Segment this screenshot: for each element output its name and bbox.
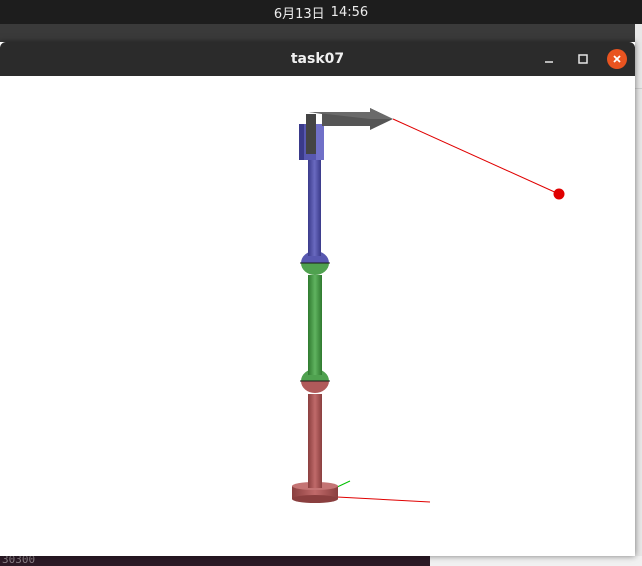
background-divider xyxy=(635,88,642,89)
date-label[interactable]: 6月13日 xyxy=(274,3,325,22)
target-point[interactable] xyxy=(553,188,565,200)
base-link xyxy=(308,394,322,488)
target-line xyxy=(392,118,560,195)
background-window-strip xyxy=(0,24,642,42)
window-titlebar[interactable]: task07 xyxy=(0,42,635,76)
close-button[interactable] xyxy=(607,49,627,69)
middle-link xyxy=(308,275,322,375)
time-label[interactable]: 14:56 xyxy=(331,5,368,20)
maximize-icon xyxy=(578,54,588,64)
minimize-icon xyxy=(545,61,553,63)
upper-link xyxy=(308,160,321,256)
minimize-button[interactable] xyxy=(539,49,559,69)
maximize-button[interactable] xyxy=(573,49,593,69)
robot-arm-viewport[interactable] xyxy=(0,76,635,556)
close-icon xyxy=(613,55,621,63)
system-top-bar: 6月13日 14:56 xyxy=(0,0,642,24)
background-panel-bottom xyxy=(430,556,642,566)
app-window: task07 xyxy=(0,42,635,556)
background-window-right xyxy=(635,24,642,566)
